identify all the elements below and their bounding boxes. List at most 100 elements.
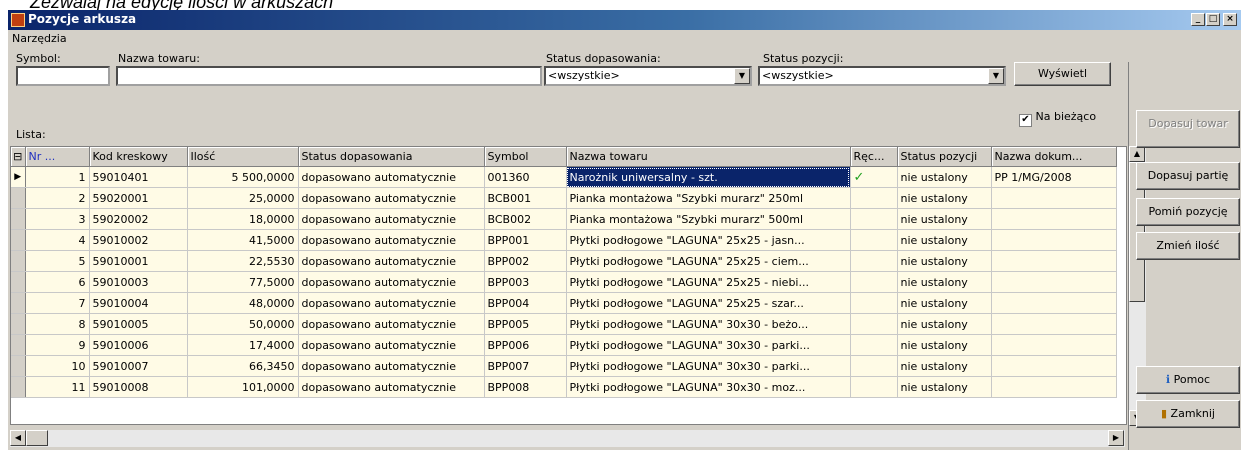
live-checkbox[interactable]: ✔ Na bieżąco — [1019, 110, 1096, 127]
table-cell[interactable]: 41,5000 — [187, 229, 299, 251]
row-indicator[interactable] — [11, 292, 26, 314]
table-cell[interactable] — [991, 187, 1117, 209]
table-row[interactable]: 11 59010008 101,0000 dopasowano automatyczn… — [11, 376, 1117, 398]
table-cell[interactable]: nie ustalony — [897, 292, 992, 314]
table-cell[interactable]: 5 — [25, 250, 90, 272]
table-cell[interactable]: BCB002 — [484, 208, 567, 230]
row-indicator[interactable] — [11, 250, 26, 272]
table-cell[interactable]: dopasowano automatycznie — [298, 334, 485, 356]
table-cell[interactable]: 6 — [25, 271, 90, 293]
row-indicator[interactable] — [11, 271, 26, 293]
table-cell[interactable] — [991, 229, 1117, 251]
table-cell[interactable]: Płytki podłogowe "LAGUNA" 30x30 - parki.… — [566, 334, 851, 356]
table-cell[interactable]: dopasowano automatycznie — [298, 208, 485, 230]
table-cell[interactable]: 59020002 — [89, 208, 188, 230]
table-row[interactable]: 8 59010005 50,0000 dopasowano automatycznie… — [11, 313, 1117, 335]
maximize-button[interactable]: □ — [1206, 13, 1220, 26]
table-cell[interactable]: BPP002 — [484, 250, 567, 272]
hscroll-thumb[interactable] — [26, 430, 48, 446]
table-cell[interactable]: 5 500,0000 — [187, 166, 299, 188]
table-cell[interactable] — [850, 313, 898, 335]
table-cell[interactable]: dopasowano automatycznie — [298, 271, 485, 293]
item-status-select[interactable]: <wszystkie> ▼ — [758, 66, 1006, 86]
table-cell[interactable]: BPP004 — [484, 292, 567, 314]
items-table[interactable]: ⊟ Nr ... Kod kreskowy Ilość Status dopasowa… — [10, 146, 1127, 425]
table-cell[interactable]: 66,3450 — [187, 355, 299, 377]
table-cell[interactable]: Płytki podłogowe "LAGUNA" 25x25 - szar..… — [566, 292, 851, 314]
table-cell[interactable]: BPP008 — [484, 376, 567, 398]
table-cell[interactable] — [850, 250, 898, 272]
table-cell[interactable]: 50,0000 — [187, 313, 299, 335]
match-item-button[interactable]: Dopasuj towar — [1136, 110, 1240, 148]
table-cell[interactable] — [991, 355, 1117, 377]
column-header[interactable]: Nazwa towaru — [566, 147, 851, 167]
table-cell[interactable]: dopasowano automatycznie — [298, 250, 485, 272]
column-header[interactable]: Symbol — [484, 147, 567, 167]
table-cell[interactable]: nie ustalony — [897, 334, 992, 356]
table-cell[interactable]: 59010002 — [89, 229, 188, 251]
table-cell[interactable]: 59010401 — [89, 166, 188, 188]
table-cell[interactable] — [850, 187, 898, 209]
table-cell[interactable]: nie ustalony — [897, 376, 992, 398]
table-cell[interactable]: 7 — [25, 292, 90, 314]
table-cell[interactable]: 59010006 — [89, 334, 188, 356]
table-row[interactable]: 7 59010004 48,0000 dopasowano automatycznie… — [11, 292, 1117, 314]
table-cell[interactable]: Płytki podłogowe "LAGUNA" 30x30 - moz... — [566, 376, 851, 398]
table-cell[interactable]: 59010001 — [89, 250, 188, 272]
skip-item-button[interactable]: Pomiń pozycję — [1136, 198, 1240, 226]
table-cell[interactable]: 2 — [25, 187, 90, 209]
table-cell[interactable] — [850, 334, 898, 356]
table-cell[interactable] — [850, 292, 898, 314]
table-row[interactable]: 2 59020001 25,0000 dopasowano automatycznie… — [11, 187, 1117, 209]
scroll-right-icon[interactable]: ▶ — [1108, 430, 1124, 446]
table-cell[interactable] — [991, 271, 1117, 293]
row-indicator[interactable] — [11, 187, 26, 209]
table-cell[interactable]: BPP003 — [484, 271, 567, 293]
table-cell[interactable]: 77,5000 — [187, 271, 299, 293]
table-cell[interactable]: BPP001 — [484, 229, 567, 251]
row-indicator[interactable] — [11, 229, 26, 251]
table-cell[interactable]: nie ustalony — [897, 271, 992, 293]
table-cell[interactable] — [850, 376, 898, 398]
table-row[interactable]: 9 59010006 17,4000 dopasowano automatycznie… — [11, 334, 1117, 356]
table-cell[interactable]: Narożnik uniwersalny - szt. — [566, 166, 851, 188]
row-indicator[interactable] — [11, 208, 26, 230]
table-cell[interactable]: Płytki podłogowe "LAGUNA" 30x30 - beżo..… — [566, 313, 851, 335]
table-cell[interactable]: 9 — [25, 334, 90, 356]
row-indicator[interactable] — [11, 313, 26, 335]
table-cell[interactable]: 4 — [25, 229, 90, 251]
table-cell[interactable]: 101,0000 — [187, 376, 299, 398]
table-cell[interactable]: dopasowano automatycznie — [298, 187, 485, 209]
table-cell[interactable] — [991, 292, 1117, 314]
table-cell[interactable]: 001360 — [484, 166, 567, 188]
scroll-left-icon[interactable]: ◀ — [10, 430, 26, 446]
table-cell[interactable] — [991, 208, 1117, 230]
table-cell[interactable]: 3 — [25, 208, 90, 230]
table-cell[interactable] — [850, 229, 898, 251]
table-cell[interactable] — [850, 208, 898, 230]
table-cell[interactable]: BCB001 — [484, 187, 567, 209]
table-cell[interactable]: Płytki podłogowe "LAGUNA" 30x30 - parki.… — [566, 355, 851, 377]
table-cell[interactable]: nie ustalony — [897, 229, 992, 251]
row-indicator[interactable]: ▶ — [11, 166, 26, 188]
row-indicator[interactable] — [11, 334, 26, 356]
table-row[interactable]: ▶ 1 59010401 5 500,0000 dopasowano automatyc… — [11, 166, 1117, 188]
table-cell[interactable]: dopasowano automatycznie — [298, 313, 485, 335]
table-cell[interactable]: 59020001 — [89, 187, 188, 209]
table-cell[interactable]: Płytki podłogowe "LAGUNA" 25x25 - jasn..… — [566, 229, 851, 251]
table-cell[interactable]: 22,5530 — [187, 250, 299, 272]
table-row[interactable]: 5 59010001 22,5530 dopasowano automatycznie… — [11, 250, 1117, 272]
table-cell[interactable]: nie ustalony — [897, 313, 992, 335]
column-header[interactable]: Ilość — [187, 147, 299, 167]
table-cell[interactable]: 1 — [25, 166, 90, 188]
symbol-input[interactable] — [16, 66, 110, 86]
table-cell[interactable]: 59010004 — [89, 292, 188, 314]
table-cell[interactable]: 59010008 — [89, 376, 188, 398]
column-header[interactable]: Ręc... — [850, 147, 898, 167]
table-cell[interactable]: 10 — [25, 355, 90, 377]
chevron-down-icon[interactable]: ▼ — [988, 68, 1004, 84]
table-cell[interactable]: nie ustalony — [897, 208, 992, 230]
table-cell[interactable]: nie ustalony — [897, 355, 992, 377]
table-cell[interactable]: ✓ — [850, 166, 898, 188]
table-cell[interactable]: 59010003 — [89, 271, 188, 293]
